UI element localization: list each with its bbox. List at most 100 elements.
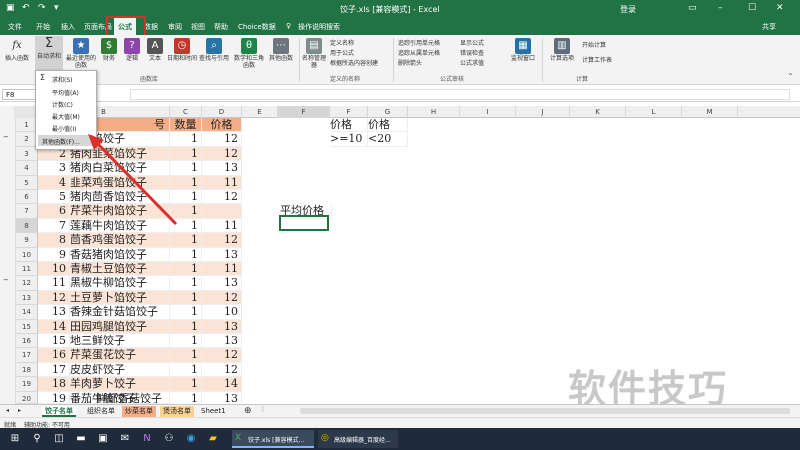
ribbon-display-icon[interactable]: ▭ xyxy=(688,3,697,13)
tab-insert[interactable]: 插入 xyxy=(61,22,75,32)
text-button[interactable]: A 文本 xyxy=(145,38,165,63)
tab-data[interactable]: 数据 xyxy=(144,22,158,32)
maximize-icon[interactable]: ☐ xyxy=(748,3,756,13)
row-header[interactable]: 8 xyxy=(16,218,38,234)
table-row-number[interactable]: 10 xyxy=(38,262,70,277)
row-header[interactable]: 11 xyxy=(16,262,38,277)
criteria-g-header[interactable]: 价格 xyxy=(330,118,368,133)
table-row-name[interactable]: 地三鲜饺子 xyxy=(70,334,170,349)
column-header-d[interactable]: D xyxy=(202,106,242,118)
evaluate-formula-button[interactable]: 公式求值 xyxy=(460,58,484,67)
math-button[interactable]: θ 数学和三角函数 xyxy=(234,38,264,70)
row-header[interactable]: 19 xyxy=(16,377,38,392)
datetime-button[interactable]: ◷ 日期和时间 xyxy=(167,38,197,63)
table-row-number[interactable]: 15 xyxy=(38,334,70,349)
row-header[interactable]: 7 xyxy=(16,204,38,219)
table-row-name[interactable]: 茴香鸡蛋馅饺子 xyxy=(70,233,170,248)
table-row-number[interactable]: 13 xyxy=(38,305,70,320)
table-row-price[interactable]: 12 xyxy=(202,233,242,248)
column-header-e[interactable]: E xyxy=(242,106,278,118)
login-link[interactable]: 登录 xyxy=(620,4,636,15)
column-header-h[interactable]: G xyxy=(368,106,408,118)
table-row-number[interactable]: 17 xyxy=(38,362,70,378)
table-row-number[interactable]: 5 xyxy=(38,190,70,205)
save-icon[interactable]: ▣ xyxy=(6,3,15,13)
table-row-qty[interactable]: 1 xyxy=(170,290,202,306)
column-header-l[interactable]: K xyxy=(570,106,626,118)
tell-me-search[interactable]: 操作说明搜索 xyxy=(298,22,340,32)
financial-button[interactable]: $ 财务 xyxy=(99,38,119,63)
task-view-icon[interactable]: ◫ xyxy=(52,432,66,446)
horizontal-scrollbar[interactable] xyxy=(300,408,790,414)
table-row-price[interactable]: 13 xyxy=(202,319,242,334)
error-checking-button[interactable]: 错误检查 xyxy=(460,48,484,57)
table-row-price[interactable]: 13 xyxy=(202,247,242,262)
more-functions-button[interactable]: ⋯ 其他函数 xyxy=(266,38,296,63)
menu-item-min[interactable]: 最小值(I) xyxy=(52,124,76,133)
watch-window-button[interactable]: ▦ 监视窗口 xyxy=(508,38,538,63)
row-header[interactable]: 17 xyxy=(16,348,38,363)
use-in-formula-button[interactable]: 用于公式 xyxy=(330,48,354,57)
tab-view[interactable]: 视图 xyxy=(191,22,205,32)
column-header-k[interactable]: J xyxy=(516,106,570,118)
table-row-qty[interactable]: 1 xyxy=(170,247,202,262)
remove-arrows-button[interactable]: 删除箭头 xyxy=(398,58,422,67)
add-sheet-icon[interactable]: ⊕ xyxy=(244,406,252,416)
edge-icon[interactable]: ◉ xyxy=(184,432,198,446)
define-name-button[interactable]: 定义名称 xyxy=(330,38,354,47)
table-row-partial[interactable]: 鲜虾香菇饺子 xyxy=(38,391,170,404)
table-row-qty[interactable]: 1 xyxy=(170,233,202,248)
close-icon[interactable]: ✕ xyxy=(776,3,784,13)
table-row-number[interactable]: 4 xyxy=(38,175,70,190)
share-button[interactable]: 共享 xyxy=(762,22,776,32)
table-row-number[interactable]: 3 xyxy=(38,161,70,176)
table-row-number[interactable]: 11 xyxy=(38,276,70,291)
table-row-price[interactable]: 12 xyxy=(202,362,242,378)
onenote-icon[interactable]: N xyxy=(140,432,154,446)
table-row-price[interactable] xyxy=(202,204,242,219)
menu-item-more-functions[interactable]: 其他函数(F)... xyxy=(42,137,80,146)
menu-item-count[interactable]: 计数(C) xyxy=(52,100,73,109)
table-row-price[interactable]: 10 xyxy=(202,305,242,320)
table-row-number[interactable]: 6 xyxy=(38,204,70,219)
search-icon[interactable]: ⚲ xyxy=(30,432,44,446)
table-row-name[interactable]: 青椒土豆馅饺子 xyxy=(70,262,170,277)
teams-icon[interactable]: ⚇ xyxy=(162,432,176,446)
table-row-name[interactable]: 芹菜蛋花饺子 xyxy=(70,348,170,363)
criteria-g-value[interactable]: >=10 xyxy=(330,132,368,147)
table-row-price[interactable]: 12 xyxy=(202,348,242,363)
table-row-name[interactable]: 羊肉萝卜饺子 xyxy=(70,377,170,392)
sheet-tab-soup[interactable]: 煲汤名单 xyxy=(160,406,194,417)
row-header[interactable]: 20 xyxy=(16,391,38,404)
table-row-number[interactable]: 9 xyxy=(38,247,70,262)
table-row-price[interactable]: 12 xyxy=(202,190,242,205)
table-row-number[interactable]: 14 xyxy=(38,319,70,334)
quick-access-dropdown-icon[interactable]: ▾ xyxy=(54,3,59,13)
table-row-price[interactable]: 12 xyxy=(202,146,242,162)
folder-icon[interactable]: ▰ xyxy=(206,432,220,446)
menu-item-max[interactable]: 最大值(M) xyxy=(52,112,80,121)
table-row-name[interactable]: 土豆萝卜馅饺子 xyxy=(70,290,170,306)
column-header-m[interactable]: L xyxy=(626,106,682,118)
table-row-price[interactable]: 11 xyxy=(202,262,242,277)
row-header[interactable]: 4 xyxy=(16,161,38,176)
menu-item-sum[interactable]: 求和(S) xyxy=(52,75,73,84)
table-row-price[interactable]: 11 xyxy=(202,218,242,234)
column-header-j[interactable]: I xyxy=(460,106,516,118)
menu-item-average[interactable]: 平均值(A) xyxy=(52,88,79,97)
column-header-c[interactable]: C xyxy=(170,106,202,118)
table-row-number[interactable]: 18 xyxy=(38,377,70,392)
table-header-price[interactable]: 价格 xyxy=(202,118,242,133)
taskbar-excel-window[interactable]: X 饺子.xls [兼容模式... xyxy=(232,430,314,448)
tab-file[interactable]: 文件 xyxy=(8,22,22,32)
table-row-number[interactable]: 12 xyxy=(38,290,70,306)
table-row-price[interactable]: 12 xyxy=(202,132,242,147)
table-row-price[interactable]: 14 xyxy=(202,377,242,392)
formula-input[interactable] xyxy=(130,89,790,100)
insert-function-button[interactable]: fx 插入函数 xyxy=(2,38,32,63)
row-header[interactable]: 5 xyxy=(16,175,38,190)
table-row-qty[interactable]: 1 xyxy=(170,276,202,291)
table-row-price[interactable]: 13 xyxy=(202,334,242,349)
column-header-i[interactable]: H xyxy=(408,106,460,118)
tab-choice[interactable]: Choice数据 xyxy=(238,22,276,32)
